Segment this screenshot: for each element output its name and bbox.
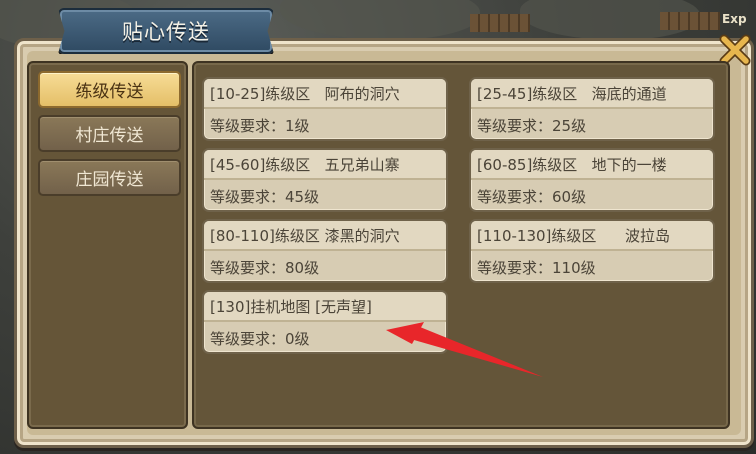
- tab-manor-teleport[interactable]: 庄园传送: [38, 159, 181, 196]
- destination-title-row: [60-85]练级区 地下的一楼: [471, 150, 713, 180]
- destination-requirement-row: 等级要求：25级: [471, 111, 713, 139]
- level-requirement: 等级要求：60级: [477, 187, 587, 206]
- level-requirement: 等级要求：0级: [210, 329, 310, 348]
- background-rock: [280, 0, 480, 40]
- destination-requirement-row: 等级要求：0级: [204, 324, 446, 352]
- level-requirement: 等级要求：1级: [210, 116, 310, 135]
- level-requirement: 等级要求：45级: [210, 187, 320, 206]
- teleport-category-sidebar: 练级传送 村庄传送 庄园传送: [27, 61, 188, 429]
- destination-requirement-row: 等级要求：110级: [471, 253, 713, 281]
- destination-title: [45-60]练级区 五兄弟山寨: [210, 155, 400, 174]
- destination-title: [110-130]练级区 波拉岛: [477, 226, 670, 245]
- destination-card[interactable]: [60-85]练级区 地下的一楼 等级要求：60级: [469, 148, 715, 212]
- destination-title: [130]挂机地图 [无声望]: [210, 297, 372, 316]
- destination-requirement-row: 等级要求：80级: [204, 253, 446, 281]
- tab-label: 练级传送: [75, 82, 144, 102]
- destination-title-row: [10-25]练级区 阿布的洞穴: [204, 79, 446, 109]
- destination-card[interactable]: [45-60]练级区 五兄弟山寨 等级要求：45级: [202, 148, 448, 212]
- destination-title: [60-85]练级区 地下的一楼: [477, 155, 667, 174]
- tab-village-teleport[interactable]: 村庄传送: [38, 115, 181, 152]
- destination-requirement-row: 等级要求：60级: [471, 182, 713, 210]
- tab-leveling-teleport[interactable]: 练级传送: [38, 71, 181, 108]
- dialog-title-banner: 贴心传送: [58, 8, 274, 54]
- destination-title-row: [25-45]练级区 海底的通道: [471, 79, 713, 109]
- destination-title-row: [130]挂机地图 [无声望]: [204, 292, 446, 322]
- destination-card[interactable]: [10-25]练级区 阿布的洞穴 等级要求：1级: [202, 77, 448, 141]
- destination-title: [25-45]练级区 海底的通道: [477, 84, 667, 103]
- destination-card[interactable]: [110-130]练级区 波拉岛 等级要求：110级: [469, 219, 715, 283]
- destination-card[interactable]: [80-110]练级区 漆黑的洞穴 等级要求：80级: [202, 219, 448, 283]
- destination-list-panel: [10-25]练级区 阿布的洞穴 等级要求：1级 [25-45]练级区 海底的通…: [192, 61, 730, 429]
- tab-label: 庄园传送: [75, 170, 144, 190]
- dialog-title: 贴心传送: [122, 20, 210, 44]
- destination-title-row: [45-60]练级区 五兄弟山寨: [204, 150, 446, 180]
- background-wooden-fence: [470, 14, 530, 32]
- destination-card[interactable]: [130]挂机地图 [无声望] 等级要求：0级: [202, 290, 448, 354]
- level-requirement: 等级要求：25级: [477, 116, 587, 135]
- destination-title: [10-25]练级区 阿布的洞穴: [210, 84, 400, 103]
- tab-label: 村庄传送: [75, 126, 144, 146]
- exp-label: Exp: [722, 12, 747, 26]
- destination-title-row: [80-110]练级区 漆黑的洞穴: [204, 221, 446, 251]
- destination-requirement-row: 等级要求：1级: [204, 111, 446, 139]
- destination-title-row: [110-130]练级区 波拉岛: [471, 221, 713, 251]
- destination-title: [80-110]练级区 漆黑的洞穴: [210, 226, 400, 245]
- destination-card[interactable]: [25-45]练级区 海底的通道 等级要求：25级: [469, 77, 715, 141]
- destination-requirement-row: 等级要求：45级: [204, 182, 446, 210]
- level-requirement: 等级要求：110级: [477, 258, 596, 277]
- level-requirement: 等级要求：80级: [210, 258, 320, 277]
- background-wooden-fence: [660, 12, 720, 30]
